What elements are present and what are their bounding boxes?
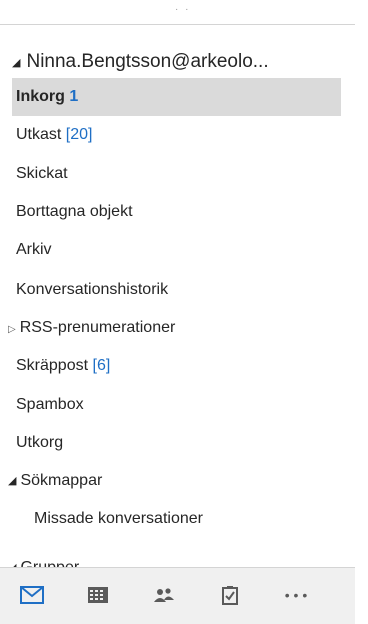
expanded-triangle-icon[interactable]: ◢	[12, 57, 20, 69]
item-count: [20]	[65, 126, 93, 143]
folder-spambox[interactable]: Spambox	[12, 386, 341, 424]
more-icon[interactable]: • • •	[276, 580, 316, 610]
folder-label: Konversationshistorik	[16, 281, 169, 298]
folder-inkorg[interactable]: Inkorg 1	[12, 78, 341, 116]
folder-grupper[interactable]: ◢ Grupper	[8, 553, 79, 568]
mail-icon[interactable]	[12, 580, 52, 610]
folder-missade-konversationer[interactable]: Missade konversationer	[12, 500, 341, 538]
account-header[interactable]: ◢ Ninna.Bengtsson@arkeolo...	[12, 51, 269, 73]
folder-skrappost[interactable]: Skräppost [6]	[12, 347, 341, 385]
folder-pane: ◢ Ninna.Bengtsson@arkeolo... Inkorg 1 Utk…	[0, 25, 355, 568]
unread-count: 1	[69, 88, 79, 105]
folder-konversationshistorik[interactable]: Konversationshistorik	[12, 271, 341, 309]
folder-borttagna-objekt[interactable]: Borttagna objekt	[12, 193, 341, 231]
folder-label: Utkorg	[16, 434, 64, 451]
folder-arkiv[interactable]: Arkiv	[12, 231, 341, 269]
account-name: Ninna.Bengtsson@arkeolo...	[26, 51, 269, 72]
calendar-icon[interactable]	[78, 580, 118, 610]
folder-utkast[interactable]: Utkast [20]	[12, 116, 341, 154]
top-strip: · ·	[0, 0, 355, 25]
folder-label: Inkorg	[16, 88, 65, 105]
folder-rss-prenumerationer[interactable]: ▷ RSS-prenumerationer	[8, 313, 175, 343]
collapsed-ribbon-indicator: · ·	[175, 4, 191, 15]
navigation-bar: • • •	[0, 567, 355, 624]
folder-label: Borttagna objekt	[16, 203, 133, 220]
expanded-triangle-icon[interactable]: ◢	[8, 475, 16, 487]
people-icon[interactable]	[144, 580, 184, 610]
item-count: [6]	[92, 357, 111, 374]
collapsed-triangle-icon[interactable]: ▷	[8, 324, 16, 335]
folder-label: Utkast	[16, 126, 62, 143]
folder-skickat[interactable]: Skickat	[12, 155, 341, 193]
folder-label: Arkiv	[16, 241, 52, 258]
folder-label: Sökmappar	[20, 472, 103, 489]
folder-label: Missade konversationer	[34, 510, 203, 527]
scrollbar[interactable]	[355, 0, 368, 623]
folder-label: Skickat	[16, 165, 68, 182]
folder-label: Skräppost	[16, 357, 89, 374]
folder-label: RSS-prenumerationer	[19, 319, 176, 336]
folder-utkorg[interactable]: Utkorg	[12, 424, 341, 462]
tasks-icon[interactable]	[210, 580, 250, 610]
folder-sokmappar[interactable]: ◢ Sökmappar	[8, 466, 102, 496]
folder-label: Spambox	[16, 396, 84, 413]
